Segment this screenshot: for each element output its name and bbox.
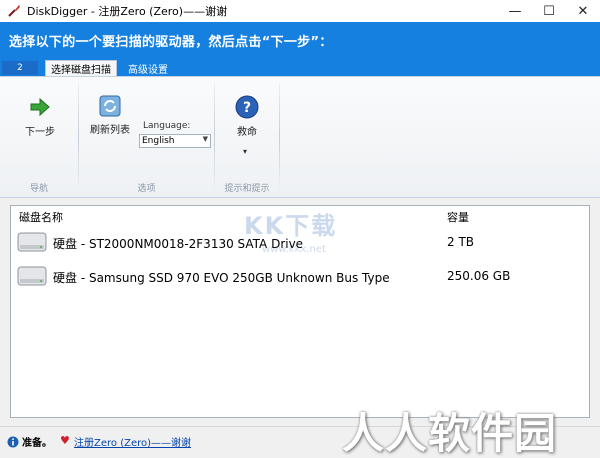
disk-row[interactable]: 硬盘 - Samsung SSD 970 EVO 250GB Unknown B…	[11, 262, 589, 290]
watermark-renren: 人人软件园	[342, 409, 558, 458]
group-divider	[279, 83, 280, 191]
register-link[interactable]: 注册Zero (Zero)——谢谢	[74, 434, 191, 449]
svg-text:?: ?	[243, 100, 251, 116]
title-bar: DiskDigger - 注册Zero (Zero)——谢谢 — ☐ ✕	[0, 0, 600, 22]
maximize-button[interactable]: ☐	[532, 0, 566, 22]
disk-size: 250.06 GB	[447, 269, 511, 283]
minimize-button[interactable]: —	[498, 0, 532, 22]
ribbon-panel: 下一步 导航 刷新列表 选项 Language: English ▼ ? 救命	[0, 76, 600, 198]
help-group-label: 提示和提示	[224, 184, 270, 194]
next-button[interactable]: 下一步	[18, 95, 62, 138]
column-header-size[interactable]: 容量	[447, 209, 469, 225]
file-tab[interactable]: 2	[2, 61, 38, 75]
window-controls: — ☐ ✕	[498, 0, 600, 22]
watermark-kk: KK下载	[244, 212, 338, 240]
disk-name: 硬盘 - Samsung SSD 970 EVO 250GB Unknown B…	[53, 271, 390, 285]
arrow-right-icon	[30, 97, 50, 117]
tab-advanced-settings[interactable]: 高级设置	[122, 60, 174, 76]
options-group-label: 选项	[137, 184, 156, 194]
help-button[interactable]: ? 救命	[225, 95, 269, 138]
chevron-down-icon: ▼	[202, 135, 208, 143]
language-select[interactable]: English ▼	[139, 134, 211, 148]
refresh-list-label: 刷新列表	[90, 125, 130, 136]
help-group: ? 救命 提示和提示	[215, 77, 279, 198]
nav-group-label: 导航	[29, 184, 48, 194]
column-header-name[interactable]: 磁盘名称	[19, 209, 63, 225]
refresh-icon	[99, 95, 121, 117]
ribbon-tabs: 2 选择磁盘扫描 高级设置	[0, 59, 600, 76]
hard-drive-icon	[17, 232, 47, 252]
nav-group: 下一步 导航	[0, 77, 78, 198]
banner-text: 选择以下的一个要扫描的驱动器，然后点击“下一步”：	[9, 35, 333, 50]
hard-drive-icon	[17, 266, 47, 286]
close-button[interactable]: ✕	[566, 0, 600, 22]
status-text: 准备。	[22, 438, 52, 449]
disk-size: 2 TB	[447, 235, 475, 249]
help-button-label: 救命	[237, 127, 257, 138]
shovel-app-icon	[8, 5, 20, 17]
language-label: Language:	[143, 121, 191, 131]
instruction-banner: 选择以下的一个要扫描的驱动器，然后点击“下一步”：	[0, 22, 600, 59]
language-value: English	[142, 136, 175, 146]
refresh-list-button[interactable]: 刷新列表	[85, 95, 135, 136]
watermark-url: www.kkx.net	[262, 244, 326, 255]
heart-icon: ♥	[60, 434, 70, 447]
help-icon: ?	[235, 95, 259, 119]
info-icon	[7, 436, 19, 448]
help-dropdown-chevron-icon[interactable]: ▾	[243, 147, 247, 156]
next-button-label: 下一步	[25, 127, 55, 138]
tab-select-disk[interactable]: 选择磁盘扫描	[45, 60, 117, 76]
window-title: DiskDigger - 注册Zero (Zero)——谢谢	[27, 5, 228, 18]
